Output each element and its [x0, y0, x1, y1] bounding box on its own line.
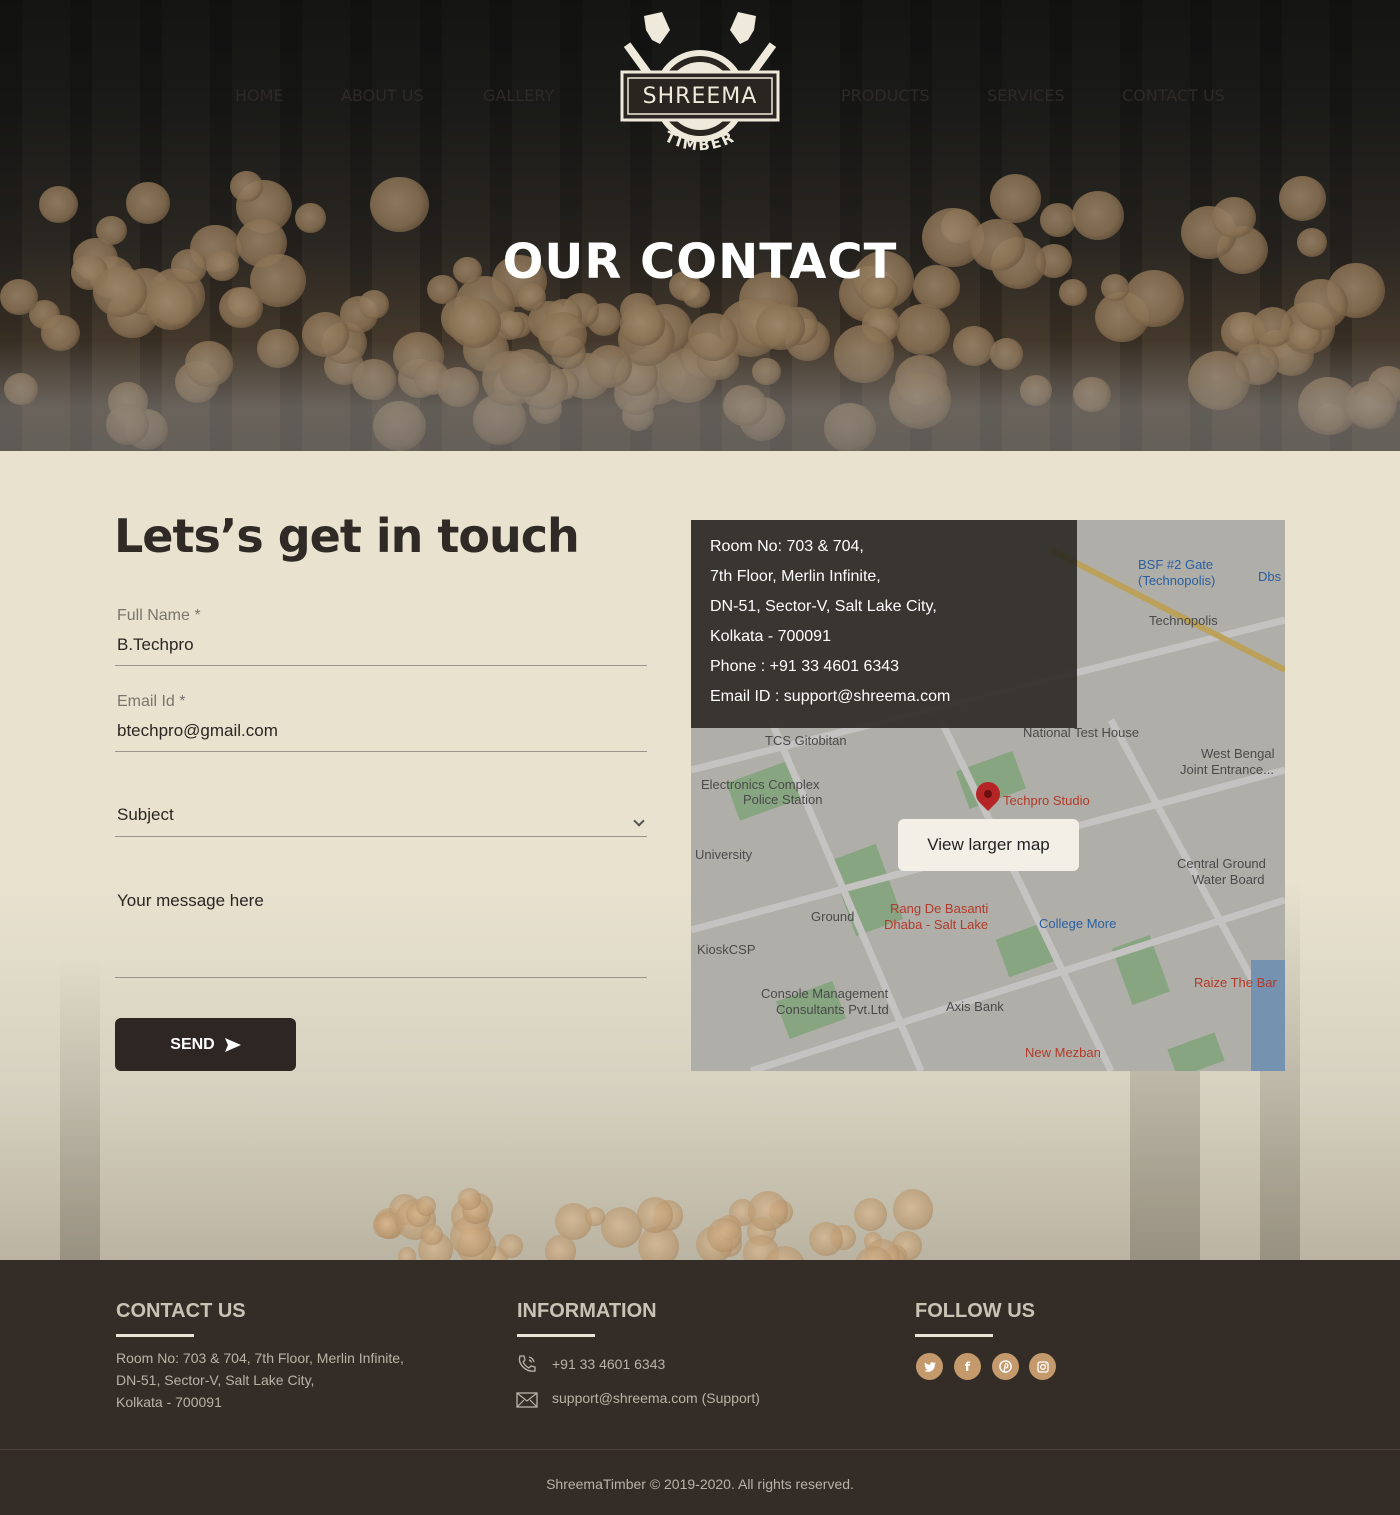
- copyright-text: ShreemaTimber © 2019-2020. All rights re…: [546, 1476, 854, 1492]
- email-value[interactable]: btechpro@gmail.com: [117, 721, 278, 741]
- send-label: SEND: [170, 1035, 215, 1053]
- nav-contact-us[interactable]: CONTACT US: [1122, 86, 1225, 105]
- map-label: West Bengal: [1201, 746, 1275, 761]
- map-label: Electronics Complex: [701, 777, 820, 792]
- map-label: KioskCSP: [697, 942, 756, 957]
- full-name-field[interactable]: Full Name * B.Techpro: [115, 603, 647, 666]
- map-label: Dbs: [1258, 569, 1282, 584]
- shreema-timber-logo[interactable]: SHREEMA TIMBER: [616, 10, 784, 166]
- nav-gallery[interactable]: GALLERY: [483, 86, 554, 105]
- full-name-label: Full Name *: [117, 607, 201, 624]
- log-end: [637, 1197, 674, 1233]
- log-end: [544, 1235, 577, 1260]
- footer-information-title: INFORMATION: [517, 1300, 657, 1337]
- send-button[interactable]: SEND: [115, 1018, 296, 1071]
- instagram-icon[interactable]: [1029, 1353, 1056, 1380]
- map-label: Consultants Pvt.Ltd: [776, 1002, 889, 1017]
- email-label: Email Id *: [117, 693, 186, 710]
- footer-address-line: Room No: 703 & 704, 7th Floor, Merlin In…: [116, 1350, 404, 1366]
- subject-select[interactable]: Subject: [115, 801, 647, 837]
- map-label: TCS Gitobitan: [765, 733, 847, 748]
- google-map[interactable]: BSF #2 Gate (Technopolis) Dbs Technopoli…: [691, 520, 1285, 1071]
- nav-home[interactable]: HOME: [235, 86, 284, 105]
- pinterest-icon[interactable]: [992, 1353, 1019, 1380]
- full-name-value[interactable]: B.Techpro: [117, 635, 194, 655]
- facebook-icon[interactable]: f: [954, 1353, 981, 1380]
- phone-icon: [518, 1355, 536, 1372]
- map-label: University: [695, 847, 753, 862]
- footer-divider: [0, 1449, 1400, 1450]
- map-label: Console Management: [761, 986, 889, 1001]
- log-end: [585, 1207, 605, 1227]
- address-overlay: Room No: 703 & 704, 7th Floor, Merlin In…: [691, 520, 1077, 728]
- map-label: BSF #2 Gate: [1138, 557, 1214, 572]
- log-end: [397, 1247, 417, 1260]
- send-arrow-icon: [224, 1037, 241, 1052]
- nav-services[interactable]: SERVICES: [987, 86, 1065, 105]
- map-label-techpro-studio: Techpro Studio: [1003, 793, 1090, 808]
- log-end: [420, 1223, 443, 1246]
- address-line: Room No: 703 & 704,: [710, 538, 864, 555]
- log-end: [416, 1195, 437, 1216]
- map-label: Dhaba - Salt Lake: [884, 917, 989, 932]
- form-heading: Lets’s get in touch: [114, 509, 580, 563]
- footer-follow-title: FOLLOW US: [915, 1300, 1035, 1337]
- log-end: [707, 1217, 742, 1253]
- footer-contact-title: CONTACT US: [116, 1300, 246, 1337]
- site-footer: CONTACT US Room No: 703 & 704, 7th Floor…: [0, 1260, 1400, 1515]
- nav-about-us[interactable]: ABOUT US: [341, 86, 424, 105]
- log-end: [458, 1187, 481, 1211]
- footer-phone[interactable]: +91 33 4601 6343: [552, 1353, 665, 1375]
- map-label: New Mezban: [1025, 1045, 1101, 1060]
- log-end: [892, 1189, 934, 1230]
- message-textarea[interactable]: Your message here: [115, 887, 647, 978]
- view-larger-map-button[interactable]: View larger map: [898, 819, 1079, 871]
- logo-brand-text: SHREEMA: [643, 84, 758, 109]
- nav-products[interactable]: PRODUCTS: [841, 86, 930, 105]
- log-end: [854, 1197, 888, 1231]
- log-end: [498, 1234, 523, 1259]
- footer-email[interactable]: support@shreema.com (Support): [552, 1387, 760, 1409]
- address-line: DN-51, Sector-V, Salt Lake City,: [710, 598, 937, 615]
- map-label: College More: [1039, 916, 1117, 931]
- footer-address-line: DN-51, Sector-V, Salt Lake City,: [116, 1372, 315, 1388]
- message-placeholder: Your message here: [117, 891, 264, 910]
- map-label: Police Station: [743, 792, 823, 807]
- twitter-icon[interactable]: [916, 1353, 943, 1380]
- map-label: Ground: [811, 909, 855, 924]
- phone-line: Phone : +91 33 4601 6343: [710, 658, 900, 675]
- map-label: Axis Bank: [946, 999, 1004, 1014]
- contact-section: Lets’s get in touch Full Name * B.Techpr…: [0, 451, 1400, 1260]
- chevron-down-icon: [633, 815, 645, 827]
- mail-icon: [516, 1392, 538, 1408]
- email-line: Email ID : support@shreema.com: [710, 688, 951, 705]
- hero-banner: HOME ABOUT US GALLERY PRODUCTS SERVICES …: [0, 0, 1400, 451]
- address-line: Kolkata - 700091: [710, 628, 831, 645]
- page-title: OUR CONTACT: [502, 234, 898, 290]
- map-label: Joint Entrance...: [1180, 762, 1274, 777]
- background-tree: [60, 960, 100, 1260]
- map-label: Water Board: [1192, 872, 1265, 887]
- logo-emblem: SHREEMA TIMBER: [620, 12, 780, 154]
- map-label: Central Ground: [1177, 856, 1266, 871]
- map-label: Rang De Basanti: [890, 901, 989, 916]
- map-label: (Technopolis): [1138, 573, 1216, 588]
- footer-address: Room No: 703 & 704, 7th Floor, Merlin In…: [116, 1347, 404, 1413]
- email-field[interactable]: Email Id * btechpro@gmail.com: [115, 689, 647, 752]
- map-label: Technopolis: [1149, 613, 1218, 628]
- subject-value: Subject: [117, 805, 174, 824]
- map-label: Raize The Bar: [1194, 975, 1277, 990]
- footer-address-line: Kolkata - 700091: [116, 1394, 222, 1410]
- address-line: 7th Floor, Merlin Infinite,: [710, 568, 881, 585]
